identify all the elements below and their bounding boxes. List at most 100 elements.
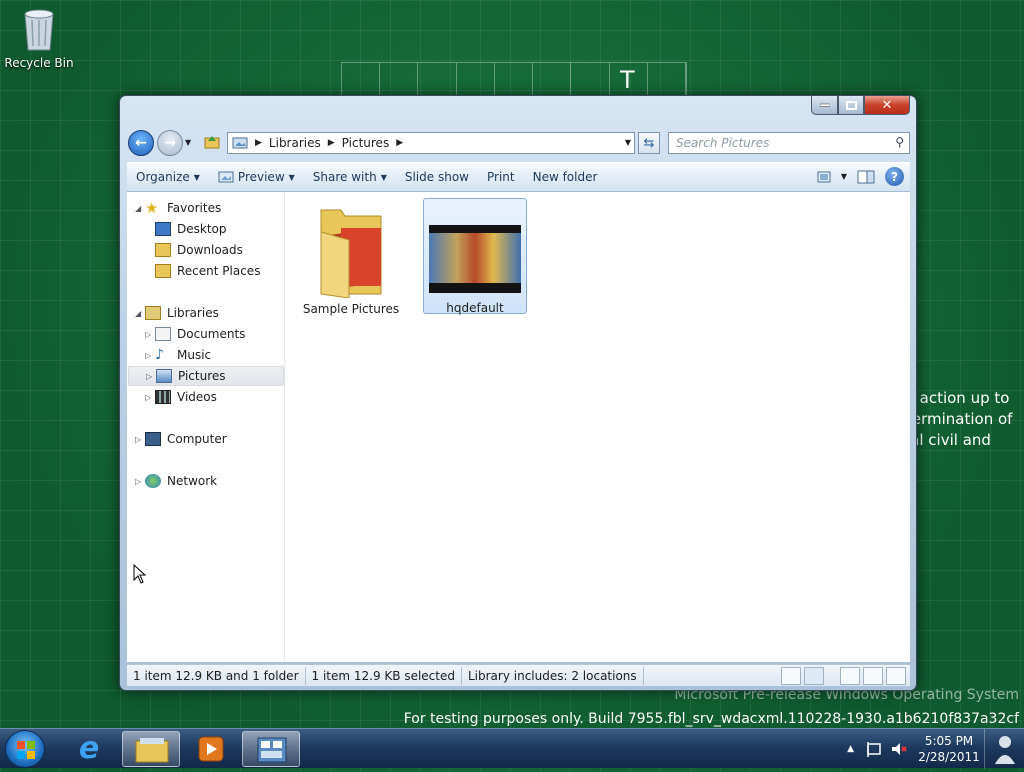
arrow-left-icon: ← xyxy=(135,135,147,151)
nav-item-documents[interactable]: ▷ Documents xyxy=(145,324,245,344)
address-bar[interactable]: ▶ Libraries ▶ Pictures ▶ ▼ xyxy=(227,132,635,154)
collapse-triangle-icon[interactable]: ◢ xyxy=(135,204,145,213)
view-switcher xyxy=(781,667,906,685)
chevron-down-icon: ▼ xyxy=(288,172,295,182)
nav-label: Desktop xyxy=(177,222,227,236)
expand-triangle-icon[interactable]: ▷ xyxy=(135,477,145,486)
nav-item-videos[interactable]: ▷ Videos xyxy=(145,387,217,407)
file-name: hqdefault xyxy=(446,301,504,315)
minimize-button[interactable] xyxy=(811,96,838,115)
layout-button-1[interactable] xyxy=(840,667,860,685)
recent-places-icon xyxy=(155,264,171,278)
show-hidden-icons-icon[interactable]: ▲ xyxy=(847,744,854,754)
nav-item-recent-places[interactable]: Recent Places xyxy=(155,261,260,281)
help-button[interactable]: ? xyxy=(885,167,904,186)
file-list[interactable]: Sample Pictures hqdefault xyxy=(133,192,910,662)
file-name: Sample Pictures xyxy=(302,302,400,316)
thumbnail-view-button[interactable] xyxy=(804,667,824,685)
taskbar-media-player[interactable] xyxy=(182,731,240,767)
clock-time: 5:05 PM xyxy=(924,734,974,748)
expand-triangle-icon[interactable]: ▷ xyxy=(135,435,145,444)
view-options-dropdown-icon[interactable]: ▼ xyxy=(841,172,847,181)
expand-triangle-icon[interactable]: ▷ xyxy=(146,372,156,381)
folder-icon xyxy=(320,209,382,298)
star-icon: ★ xyxy=(145,199,159,217)
breadcrumb-separator-icon[interactable]: ▶ xyxy=(328,138,335,148)
print-label: Print xyxy=(486,170,515,184)
address-history-dropdown-icon[interactable]: ▼ xyxy=(625,138,631,147)
search-placeholder: Search Pictures xyxy=(676,136,770,150)
nav-item-libraries[interactable]: ◢ Libraries xyxy=(135,303,219,323)
slide-show-button[interactable]: Slide show xyxy=(396,170,478,184)
file-item-folder[interactable]: Sample Pictures xyxy=(299,198,403,316)
taskbar-control-panel[interactable] xyxy=(242,731,300,767)
internet-explorer-icon: e xyxy=(78,731,100,766)
user-avatar-icon xyxy=(994,736,1015,764)
nav-item-desktop[interactable]: Desktop xyxy=(155,219,227,239)
expand-triangle-icon[interactable]: ▷ xyxy=(145,351,155,360)
search-icon[interactable]: ⚲ xyxy=(895,135,904,149)
computer-icon xyxy=(145,432,161,446)
downloads-folder-icon xyxy=(155,243,171,257)
nav-item-computer[interactable]: ▷ Computer xyxy=(135,429,227,449)
folder-up-icon[interactable] xyxy=(204,134,220,150)
recent-pages-dropdown[interactable]: ▼ xyxy=(185,138,191,147)
forward-button[interactable]: → xyxy=(157,130,183,156)
navigation-pane[interactable]: ◢ ★ Favorites Desktop Downloads Recent P… xyxy=(127,192,285,662)
nav-item-music[interactable]: ▷ ♪ Music xyxy=(145,345,211,365)
documents-icon xyxy=(155,327,171,341)
nav-label: Libraries xyxy=(167,306,219,320)
new-folder-button[interactable]: New folder xyxy=(524,170,607,184)
organize-button[interactable]: Organize ▼ xyxy=(127,170,209,184)
taskbar-windows-explorer[interactable] xyxy=(122,731,180,767)
chevron-down-icon: ▼ xyxy=(193,172,200,182)
explorer-window[interactable]: ✕ ← → ▼ ▶ Libraries ▶ Pictures ▶ ▼ ⇆ Sea… xyxy=(119,95,917,691)
mouse-cursor-icon xyxy=(133,564,147,584)
action-center-flag-icon[interactable] xyxy=(866,741,882,757)
close-icon: ✕ xyxy=(881,97,893,113)
recycle-bin-icon xyxy=(24,9,54,51)
nav-item-pictures[interactable]: ▷ Pictures xyxy=(128,366,284,386)
change-view-icon[interactable] xyxy=(817,171,831,183)
layout-button-2[interactable] xyxy=(863,667,883,685)
clock[interactable]: 5:05 PM 2/28/2011 xyxy=(914,733,984,765)
breadcrumb-pictures[interactable]: Pictures xyxy=(342,136,390,150)
nav-label: Pictures xyxy=(178,369,226,383)
minimize-icon xyxy=(819,103,830,107)
file-item-image-selected[interactable]: hqdefault xyxy=(423,198,527,315)
share-with-button[interactable]: Share with ▼ xyxy=(304,170,396,184)
layout-button-3[interactable] xyxy=(886,667,906,685)
maximize-button[interactable] xyxy=(838,96,864,115)
nav-label: Computer xyxy=(167,432,227,446)
background-text-line: y action up to xyxy=(906,389,1010,407)
expand-triangle-icon[interactable]: ▷ xyxy=(145,330,155,339)
nav-label: Network xyxy=(167,474,218,488)
back-button[interactable]: ← xyxy=(128,130,154,156)
print-button[interactable]: Print xyxy=(478,170,524,184)
status-bar: 1 item 12.9 KB and 1 folder 1 item 12.9 … xyxy=(127,664,910,686)
nav-label: Downloads xyxy=(177,243,243,257)
search-input[interactable]: Search Pictures ⚲ xyxy=(668,132,910,154)
breadcrumb-libraries[interactable]: Libraries xyxy=(269,136,321,150)
system-tray: ▲ 5:05 PM 2/28/2011 xyxy=(847,729,1024,769)
caption-buttons: ✕ xyxy=(811,96,910,115)
details-view-button[interactable] xyxy=(781,667,801,685)
show-desktop-button[interactable] xyxy=(984,729,1024,769)
expand-triangle-icon[interactable]: ▷ xyxy=(145,393,155,402)
breadcrumb-separator-icon[interactable]: ▶ xyxy=(255,138,262,148)
nav-item-downloads[interactable]: Downloads xyxy=(155,240,243,260)
refresh-button[interactable]: ⇆ xyxy=(638,132,660,154)
preview-pane-icon[interactable] xyxy=(857,170,875,184)
media-player-icon xyxy=(198,736,224,762)
preview-button[interactable]: Preview ▼ xyxy=(209,170,304,184)
status-library-locations[interactable]: Library includes: 2 locations xyxy=(462,666,644,685)
breadcrumb-separator-icon[interactable]: ▶ xyxy=(396,138,403,148)
nav-item-favorites[interactable]: ◢ ★ Favorites xyxy=(135,198,221,218)
taskbar-internet-explorer[interactable]: e xyxy=(60,731,118,767)
recycle-bin-desktop-icon[interactable]: Recycle Bin xyxy=(4,6,74,70)
volume-muted-icon[interactable] xyxy=(890,741,908,757)
nav-item-network[interactable]: ▷ Network xyxy=(135,471,217,491)
collapse-triangle-icon[interactable]: ◢ xyxy=(135,309,145,318)
close-button[interactable]: ✕ xyxy=(864,96,910,115)
start-button[interactable] xyxy=(5,730,45,768)
